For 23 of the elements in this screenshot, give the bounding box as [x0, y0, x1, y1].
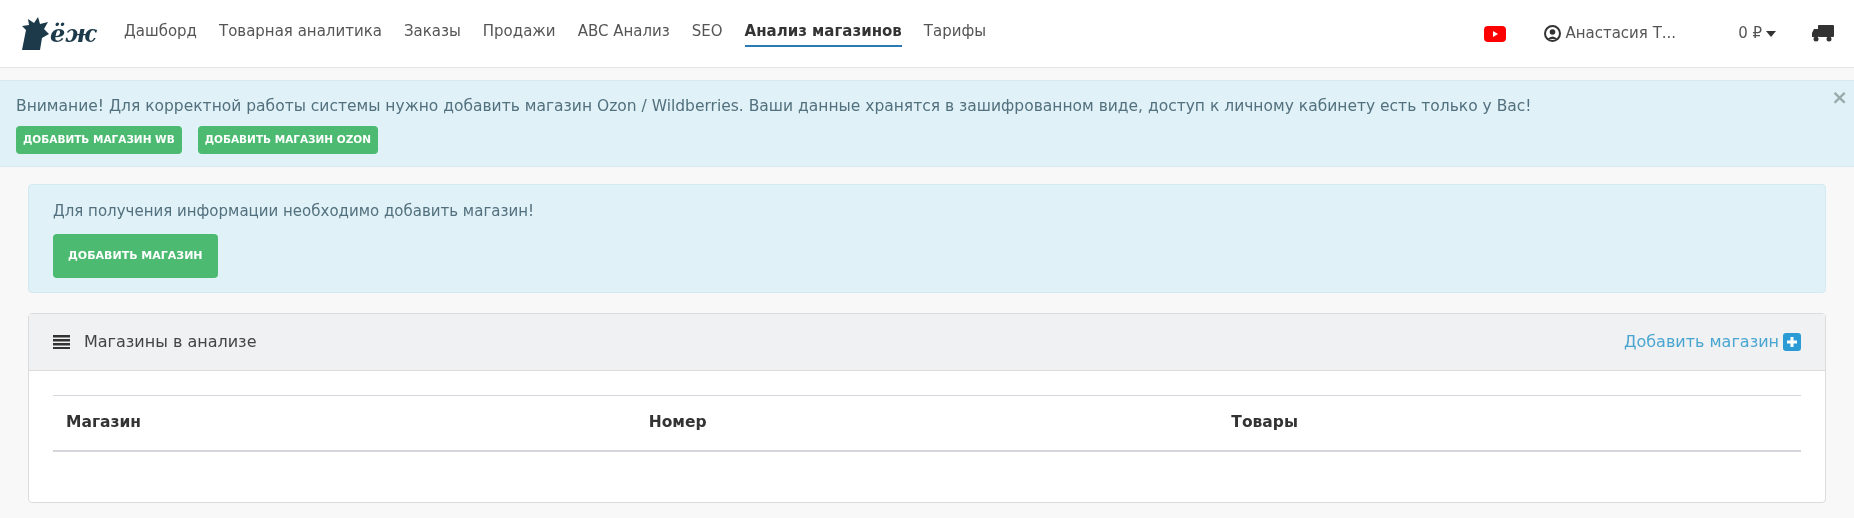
- user-menu[interactable]: Анастасия Т...: [1544, 22, 1677, 45]
- alert-text: Внимание! Для корректной работы системы нужно добавить магазин Ozon / Wildberries. Ваши данные хранятся в зашифрованном виде, доступ к личному кабинету есть только у Вас!: [16, 96, 1533, 117]
- balance-dropdown[interactable]: 0 ₽: [1738, 22, 1776, 45]
- nav-link[interactable]: Продажи: [482, 19, 556, 48]
- nav-link[interactable]: ABC Анализ: [577, 19, 670, 48]
- column-header: Номер: [647, 412, 708, 434]
- nav-link[interactable]: Анализ магазинов: [744, 19, 902, 48]
- user-avatar-icon: [1544, 25, 1562, 42]
- card-title: Магазины в анализе: [84, 330, 257, 353]
- list-icon: [53, 334, 70, 349]
- nav-link[interactable]: Товарная аналитика: [218, 19, 382, 48]
- info-text: Для получения информации необходимо добавить магазин!: [53, 201, 535, 223]
- column-header: Товары: [1230, 412, 1299, 434]
- nav-link[interactable]: Тарифы: [923, 19, 987, 48]
- logo-text: ёж: [50, 21, 97, 46]
- truck-icon[interactable]: [1812, 25, 1834, 42]
- column-header: Магазин: [65, 412, 143, 434]
- nav-link[interactable]: SEO: [691, 19, 723, 48]
- nav-link[interactable]: Дашборд: [124, 19, 197, 48]
- plus-icon[interactable]: [1783, 332, 1801, 351]
- video-play-icon[interactable]: [1484, 25, 1507, 42]
- nav-link[interactable]: Заказы: [403, 19, 461, 48]
- caret-icon: [1766, 30, 1776, 37]
